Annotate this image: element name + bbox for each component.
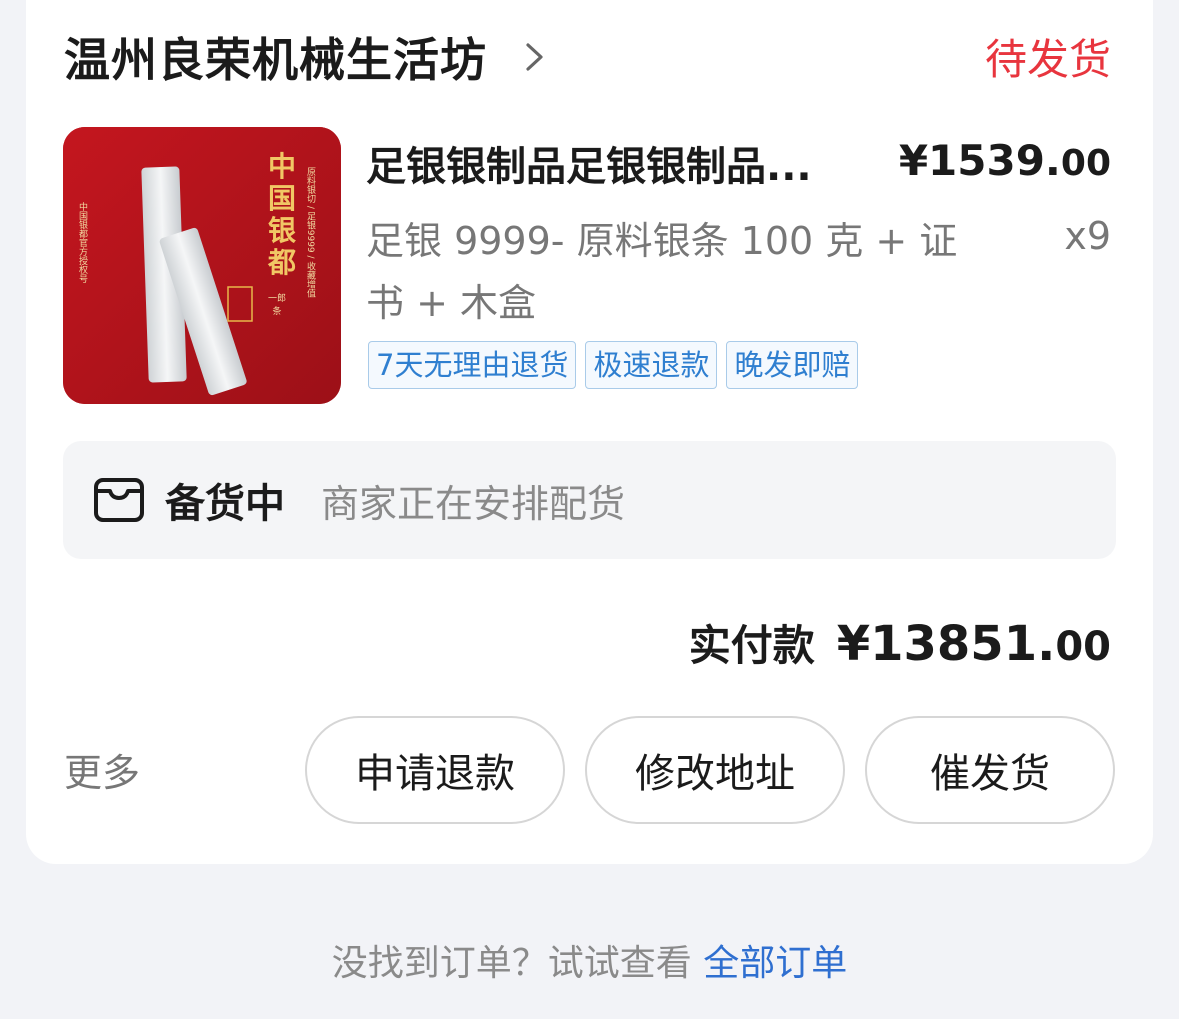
chevron-right-icon[interactable] [517, 40, 551, 74]
seal-char: 中 [268, 150, 297, 183]
product-spec: 足银 9999- 原料银条 100 克 + 证书 + 木盒 [366, 219, 958, 325]
payment-amount-decimal: 00 [1055, 624, 1111, 670]
urge-shipping-button[interactable]: 催发货 [865, 716, 1115, 824]
shipping-status-box[interactable]: 备货中 商家正在安排配货 [63, 441, 1116, 559]
image-badge: 一郎条 [267, 294, 286, 317]
seal-char: 都 [268, 246, 297, 279]
product-quantity: x9 [1064, 214, 1111, 258]
price-decimal: 00 [1060, 143, 1111, 184]
tag-fast-refund: 极速退款 [585, 341, 718, 389]
payment-amount: ¥13851.00 [837, 616, 1111, 672]
seal-char: 银 [268, 214, 297, 247]
request-refund-button[interactable]: 申请退款 [305, 716, 565, 824]
payment-amount-main: ¥13851. [836, 616, 1056, 672]
more-button[interactable]: 更多 [64, 742, 140, 797]
shipping-status-label: 备货中 [165, 481, 285, 527]
shop-header[interactable]: 温州良荣机械生活坊 [64, 22, 551, 92]
modify-address-button[interactable]: 修改地址 [585, 716, 845, 824]
seal-char: 国 [268, 182, 297, 215]
image-side-text-left: 中国银都官方授权号 [77, 202, 87, 283]
footer-text: 没找到订单？试试查看 [331, 943, 704, 984]
tag-7day-return: 7天无理由退货 [368, 341, 577, 389]
tag-late-compensation: 晚发即赔 [726, 341, 859, 389]
image-side-text: 原料银切 / 足银9999 / 收藏增值 [305, 167, 315, 298]
product-title[interactable]: 足银银制品足银银制品... [366, 134, 866, 192]
product-price: ¥1539.00 [899, 136, 1111, 185]
silver-bar-image [63, 127, 341, 404]
shipping-status-description: 商家正在安排配货 [321, 481, 626, 526]
price-main: ¥1539. [898, 136, 1061, 185]
payment-summary: 实付款 ¥13851.00 [689, 612, 1111, 673]
order-status: 待发货 [984, 35, 1111, 84]
all-orders-link[interactable]: 全部订单 [703, 943, 847, 984]
product-image[interactable]: 中 国 银 都 原料银切 / 足银9999 / 收藏增值 中国银都官方授权号 一… [63, 127, 341, 404]
payment-label: 实付款 [688, 621, 815, 670]
service-tags: 7天无理由退货 极速退款 晚发即赔 [368, 341, 859, 389]
shop-name[interactable]: 温州良荣机械生活坊 [64, 24, 487, 90]
order-card: 温州良荣机械生活坊 待发货 中 国 银 都 原料银切 / 足银9999 / 收藏… [26, 0, 1153, 864]
package-icon [93, 477, 145, 523]
footer-hint: 没找到订单？试试查看 全部订单 [0, 934, 1179, 986]
